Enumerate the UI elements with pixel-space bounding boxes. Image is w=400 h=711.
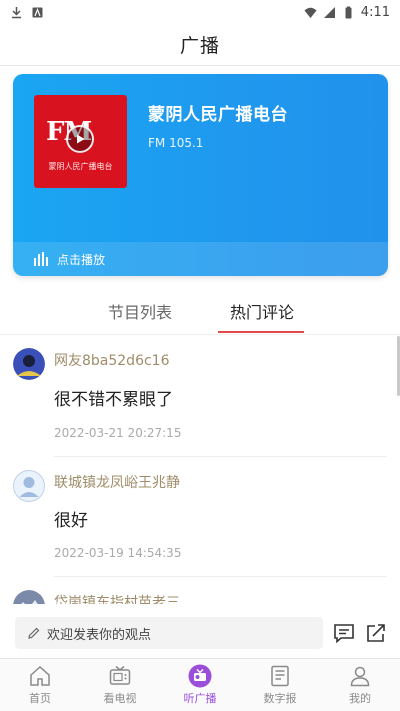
content-tabs: 节目列表 热门评论 — [0, 287, 400, 335]
comment-time: 2022-03-21 20:27:15 — [54, 426, 182, 440]
wifi-icon — [304, 7, 317, 18]
bottom-navigation: 首页 看电视 听广播 数字报 我的 — [0, 658, 400, 711]
status-time: 4:11 — [360, 4, 390, 20]
default-avatar-icon — [13, 470, 45, 502]
profile-icon — [350, 666, 370, 687]
tv-icon — [109, 665, 131, 685]
comment-text: 很不错不累眼了 — [54, 390, 173, 410]
comment-input[interactable]: 欢迎发表你的观点 — [15, 617, 323, 649]
comment-input-bar: 欢迎发表你的观点 — [0, 604, 400, 658]
share-icon[interactable] — [365, 622, 387, 644]
nav-tv[interactable]: 看电视 — [80, 659, 160, 711]
play-icon — [77, 134, 85, 144]
audio-bars-icon — [34, 252, 48, 266]
avatar[interactable] — [13, 348, 45, 380]
comment-username: 网友8ba52d6c16 — [54, 353, 170, 369]
station-name: 蒙阴人民广播电台 — [148, 105, 288, 125]
header: 广播 — [0, 24, 400, 66]
cover-caption: 蒙阴人民广播电台 — [48, 162, 113, 171]
avatar[interactable] — [13, 470, 45, 502]
comment-text: 很好 — [54, 511, 88, 531]
nav-home[interactable]: 首页 — [0, 659, 80, 711]
comment-username: 联城镇龙凤峪王兆静 — [54, 475, 180, 491]
pencil-icon — [28, 627, 40, 639]
status-bar: 4:11 — [0, 0, 400, 24]
nav-newspaper[interactable]: 数字报 — [240, 659, 320, 711]
nav-label: 看电视 — [103, 692, 137, 705]
home-icon — [30, 665, 50, 686]
battery-icon — [345, 6, 352, 18]
comment-list[interactable]: 网友8ba52d6c16 很不错不累眼了 2022-03-21 20:27:15… — [0, 336, 400, 604]
signal-icon — [323, 6, 335, 18]
nav-label: 数字报 — [263, 692, 297, 705]
comment-input-placeholder: 欢迎发表你的观点 — [47, 627, 152, 643]
tab-hot-comments[interactable]: 热门评论 — [212, 287, 312, 335]
play-label: 点击播放 — [57, 252, 106, 267]
divider — [54, 576, 387, 577]
nav-radio[interactable]: 听广播 — [160, 659, 240, 711]
comment-time: 2022-03-19 14:54:35 — [54, 546, 182, 560]
user-avatar-icon — [13, 590, 45, 604]
radio-station-card[interactable]: FM 蒙阴人民广播电台 蒙阴人民广播电台 FM 105.1 点击播放 — [13, 74, 388, 276]
user-avatar-icon — [13, 348, 45, 380]
nav-profile[interactable]: 我的 — [320, 659, 400, 711]
comment-username: 岱崮镇东指村苗老三 — [54, 595, 180, 604]
nav-label: 我的 — [349, 692, 371, 705]
tab-program-list[interactable]: 节目列表 — [90, 287, 190, 335]
station-frequency: FM 105.1 — [148, 136, 204, 150]
page-title: 广播 — [179, 35, 220, 57]
nav-label: 听广播 — [183, 692, 217, 705]
app-notification-icon — [32, 7, 43, 17]
cover-play-button[interactable] — [66, 125, 94, 153]
nav-label: 首页 — [29, 692, 51, 705]
divider — [54, 456, 387, 457]
play-bar[interactable]: 点击播放 — [13, 242, 388, 276]
active-tab-indicator — [218, 331, 304, 333]
avatar[interactable] — [13, 590, 45, 604]
newspaper-icon — [271, 665, 289, 687]
comment-icon[interactable] — [333, 622, 355, 644]
radio-icon — [188, 664, 212, 688]
station-cover[interactable]: FM 蒙阴人民广播电台 — [34, 95, 127, 188]
download-icon — [12, 6, 21, 18]
